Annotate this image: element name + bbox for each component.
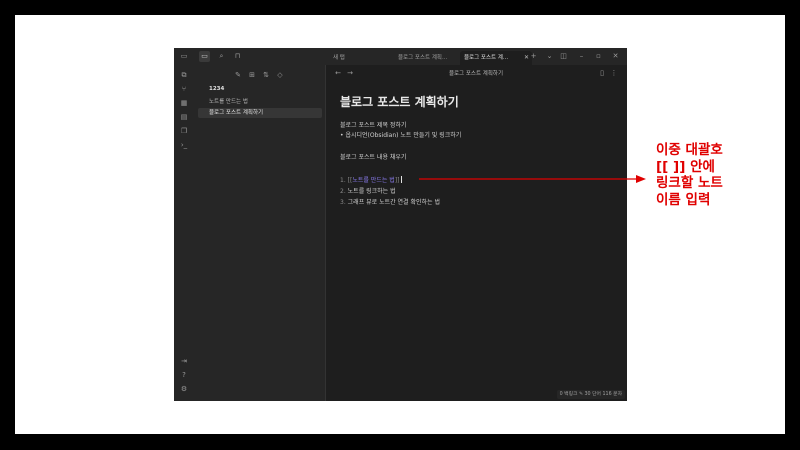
annotation-arrow [419, 175, 646, 183]
annotation-text: 이중 대괄호 [[ ]] 안에 링크할 노트 이름 입력 [656, 142, 723, 208]
